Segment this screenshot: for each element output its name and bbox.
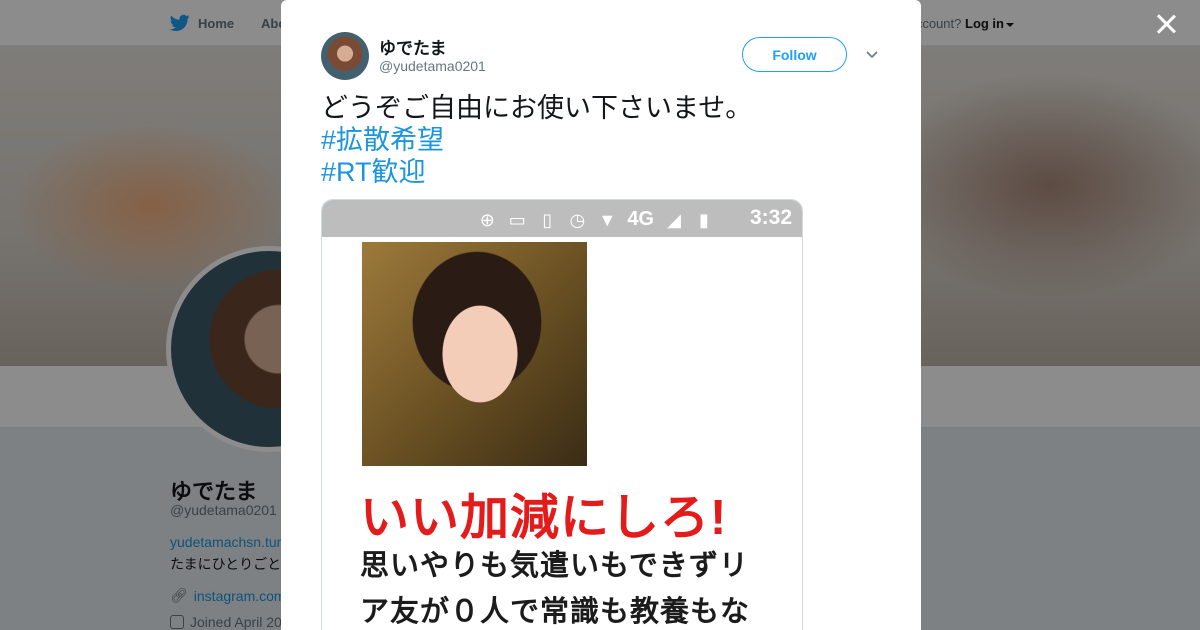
image-headline: いい加減にしろ! [360, 491, 728, 545]
phone-status-bar: ⊕ ▭ ▯ ◷ ▼ 4G ◢ ▮ 3:32 [322, 200, 802, 237]
battery-icon: ▮ [699, 209, 709, 230]
signal-icon: ◢ [667, 209, 681, 230]
image-text-line: 思いやりも気遣いもできずリ [360, 550, 749, 582]
alarm-icon: ◷ [569, 209, 586, 230]
tweet-body: どうぞご自由にお使い下さいませ。 [321, 93, 753, 123]
cast-icon: ▭ [508, 209, 526, 230]
hashtag-link[interactable]: #拡散希望 [321, 124, 752, 156]
close-icon[interactable] [1154, 12, 1178, 36]
follow-button[interactable]: Follow [742, 37, 847, 72]
portrait-photo [362, 242, 587, 466]
wifi-icon: ▼ [598, 209, 617, 230]
network-label: 4G [627, 208, 654, 230]
tweet-author-avatar[interactable] [321, 32, 369, 80]
tweet-text: どうぞご自由にお使い下さいませ。 #拡散希望 #RT歓迎 [321, 92, 752, 188]
chevron-down-icon[interactable] [866, 48, 878, 60]
hashtag-link[interactable]: #RT歓迎 [321, 156, 752, 188]
tweet-author-name[interactable]: ゆでたま [379, 34, 447, 59]
tweet-author-handle[interactable]: @yudetama0201 [379, 58, 486, 74]
tweet-media-image[interactable]: ⊕ ▭ ▯ ◷ ▼ 4G ◢ ▮ 3:32 いい加減にしろ! 思いやりも気遣いも… [321, 199, 803, 630]
vibrate-icon: ▯ [542, 209, 553, 230]
status-time: 3:32 [749, 206, 792, 229]
data-saver-icon: ⊕ [479, 209, 495, 230]
image-text-line: ア友が０人で常識も教養もな [360, 596, 751, 628]
tweet-modal: ゆでたま @yudetama0201 Follow どうぞご自由にお使い下さいま… [281, 0, 921, 630]
status-icons: ⊕ ▭ ▯ ◷ ▼ 4G ◢ ▮ [477, 208, 714, 231]
